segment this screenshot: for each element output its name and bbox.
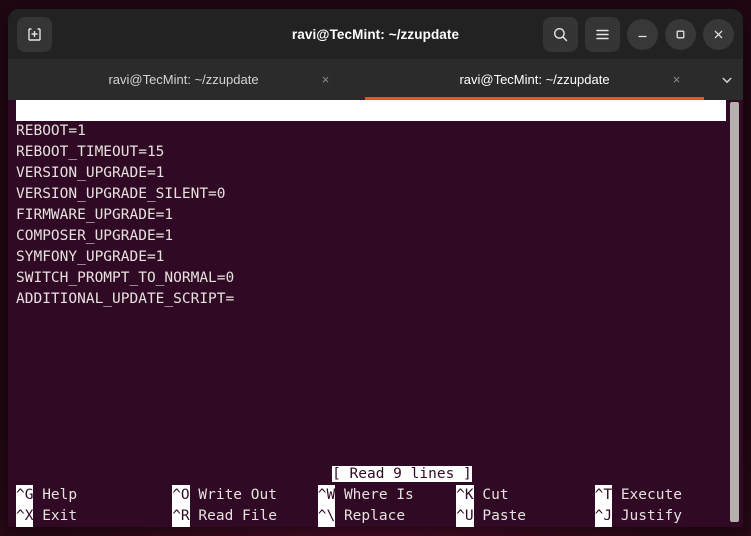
editor-line: COMPOSER_UPGRADE=1 bbox=[16, 228, 174, 244]
shortcut-label bbox=[33, 506, 42, 527]
shortcut-key: ^R bbox=[172, 506, 190, 527]
terminal-scrollbar[interactable] bbox=[730, 102, 739, 522]
shortcut-label: Help bbox=[42, 487, 78, 503]
tab-close-icon[interactable]: × bbox=[669, 72, 684, 87]
shortcut-key: ^W bbox=[317, 485, 336, 506]
nano-shortcut-row-2: ^X Exit ^R Read File ^\ Replace ^U Paste… bbox=[16, 506, 726, 527]
nano-title-bar: GNU nano 7.2 zzupdate.conf bbox=[16, 100, 726, 121]
shortcut-key: ^\ bbox=[317, 506, 336, 527]
shortcut-label bbox=[190, 506, 199, 527]
tab-close-icon[interactable]: × bbox=[318, 72, 333, 87]
shortcut-key: ^G bbox=[16, 485, 34, 506]
tab-list-dropdown-button[interactable] bbox=[710, 59, 743, 100]
nano-status-text: [ Read 9 lines ] bbox=[332, 466, 472, 482]
shortcut-label: Paste bbox=[482, 508, 527, 524]
editor-line: ADDITIONAL_UPDATE_SCRIPT= bbox=[16, 291, 235, 307]
shortcut-read-file[interactable]: ^R Read File bbox=[172, 506, 318, 527]
shortcut-key: ^O bbox=[172, 485, 190, 506]
minimize-button[interactable] bbox=[627, 18, 658, 50]
menu-button[interactable] bbox=[585, 16, 620, 52]
shortcut-label: Justify bbox=[620, 508, 682, 524]
editor-line: REBOOT_TIMEOUT=15 bbox=[16, 144, 165, 160]
shortcut-replace[interactable]: ^\ Replace bbox=[317, 506, 456, 527]
terminal-content[interactable]: GNU nano 7.2 zzupdate.conf REBOOT=1 REBO… bbox=[8, 100, 743, 527]
shortcut-key: ^J bbox=[594, 506, 613, 527]
maximize-icon bbox=[673, 27, 688, 42]
window-titlebar: ravi@TecMint: ~/zzupdate bbox=[8, 9, 743, 59]
shortcut-label: Write Out bbox=[198, 487, 277, 503]
shortcut-label bbox=[612, 485, 621, 506]
close-button[interactable] bbox=[703, 18, 734, 50]
search-icon bbox=[552, 26, 569, 43]
editor-line: VERSION_UPGRADE=1 bbox=[16, 165, 165, 181]
shortcut-execute[interactable]: ^T Execute bbox=[594, 485, 682, 506]
nano-shortcut-bar: ^G Help ^O Write Out ^W Where Is ^K Cut … bbox=[16, 485, 726, 527]
scrollbar-thumb[interactable] bbox=[730, 102, 739, 522]
shortcut-justify[interactable]: ^J Justify bbox=[594, 506, 682, 527]
editor-line: SYMFONY_UPGRADE=1 bbox=[16, 249, 165, 265]
minimize-icon bbox=[635, 27, 650, 42]
search-button[interactable] bbox=[543, 16, 578, 52]
new-tab-icon bbox=[26, 26, 43, 43]
shortcut-key: ^U bbox=[456, 506, 474, 527]
chevron-down-icon bbox=[720, 73, 734, 87]
shortcut-label bbox=[33, 485, 42, 506]
new-tab-button[interactable] bbox=[17, 16, 52, 52]
shortcut-label: Replace bbox=[343, 508, 406, 524]
nano-shortcut-row-1: ^G Help ^O Write Out ^W Where Is ^K Cut … bbox=[16, 485, 726, 506]
nano-status-message: [ Read 9 lines ] bbox=[8, 443, 726, 482]
shortcut-write-out[interactable]: ^O Write Out bbox=[172, 485, 318, 506]
close-icon bbox=[711, 27, 726, 42]
tab-label: ravi@TecMint: ~/zzupdate bbox=[108, 72, 259, 87]
shortcut-label bbox=[335, 506, 344, 527]
shortcut-label: Read File bbox=[198, 508, 277, 524]
shortcut-label bbox=[612, 506, 621, 527]
shortcut-cut[interactable]: ^K Cut bbox=[456, 485, 594, 506]
shortcut-label: Execute bbox=[620, 487, 682, 503]
maximize-button[interactable] bbox=[665, 18, 696, 50]
shortcut-key: ^X bbox=[16, 506, 34, 527]
editor-line: VERSION_UPGRADE_SILENT=0 bbox=[16, 186, 226, 202]
shortcut-key: ^K bbox=[456, 485, 474, 506]
tab-bar: ravi@TecMint: ~/zzupdate × ravi@TecMint:… bbox=[8, 59, 743, 100]
terminal-window: ravi@TecMint: ~/zzupdate ravi@TecMint: ~… bbox=[8, 9, 743, 527]
editor-line: SWITCH_PROMPT_TO_NORMAL=0 bbox=[16, 270, 235, 286]
shortcut-paste[interactable]: ^U Paste bbox=[456, 506, 594, 527]
hamburger-menu-icon bbox=[594, 26, 611, 43]
editor-line: FIRMWARE_UPGRADE=1 bbox=[16, 207, 174, 223]
shortcut-key: ^T bbox=[594, 485, 613, 506]
editor-line: REBOOT=1 bbox=[16, 123, 86, 139]
shortcut-help[interactable]: ^G Help bbox=[16, 485, 172, 506]
shortcut-exit[interactable]: ^X Exit bbox=[16, 506, 172, 527]
shortcut-label bbox=[335, 485, 344, 506]
shortcut-label: Where Is bbox=[343, 487, 414, 503]
tab-label: ravi@TecMint: ~/zzupdate bbox=[459, 72, 610, 87]
shortcut-label bbox=[190, 485, 199, 506]
shortcut-label bbox=[474, 485, 483, 506]
editor-text-area[interactable]: REBOOT=1 REBOOT_TIMEOUT=15 VERSION_UPGRA… bbox=[16, 121, 726, 310]
shortcut-label: Cut bbox=[482, 487, 509, 503]
shortcut-label bbox=[474, 506, 483, 527]
tab-0[interactable]: ravi@TecMint: ~/zzupdate × bbox=[8, 59, 359, 100]
shortcut-where-is[interactable]: ^W Where Is bbox=[317, 485, 456, 506]
tab-1[interactable]: ravi@TecMint: ~/zzupdate × bbox=[359, 59, 710, 100]
shortcut-label: Exit bbox=[42, 508, 78, 524]
